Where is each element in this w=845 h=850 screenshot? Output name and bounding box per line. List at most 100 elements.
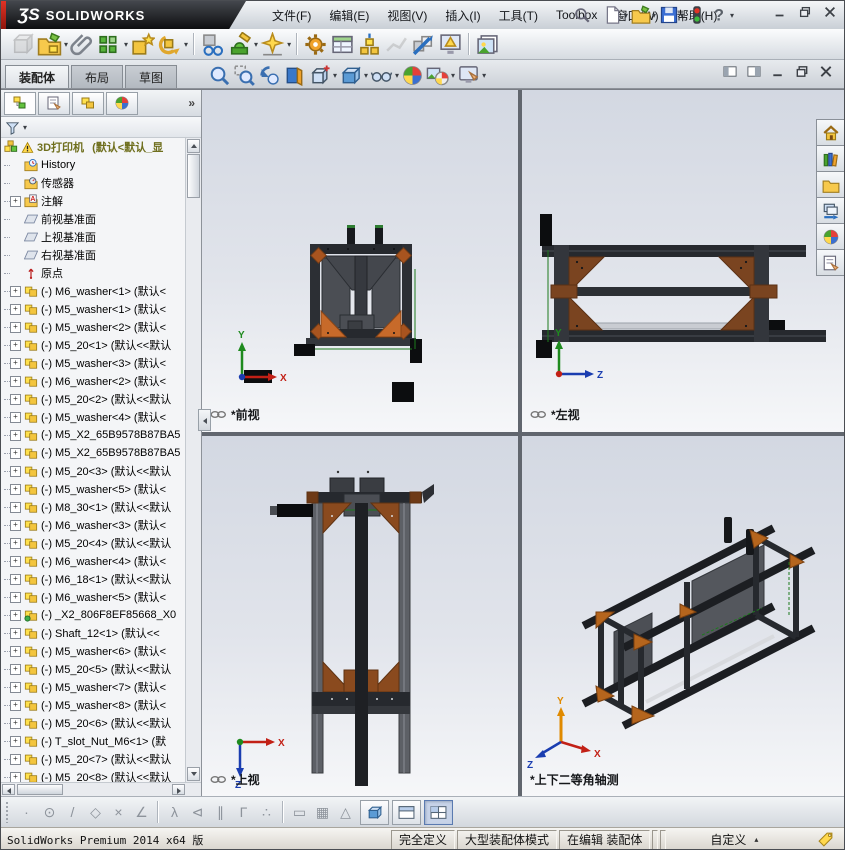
- tree-item[interactable]: + (-) M6_washer<2> (默认<: [1, 372, 186, 390]
- expander-icon[interactable]: +: [10, 375, 21, 387]
- expander-icon[interactable]: +: [10, 393, 21, 405]
- viewport-top[interactable]: X Z *上视: [202, 436, 518, 797]
- sketch-point-button[interactable]: ·: [15, 801, 38, 823]
- isometric-view-model[interactable]: Y X Z: [522, 436, 845, 797]
- solidworks-resources-button[interactable]: [816, 119, 844, 146]
- zoom-to-fit-button[interactable]: [207, 63, 232, 88]
- displaymanager-tab[interactable]: [106, 91, 138, 115]
- previous-view-button[interactable]: [257, 63, 282, 88]
- move-component-dropdown-arrow[interactable]: ▾: [184, 40, 188, 49]
- grid-settings-button[interactable]: ▦: [311, 801, 334, 823]
- expander-icon[interactable]: +: [10, 501, 21, 513]
- view-orientation-button[interactable]: [307, 63, 332, 88]
- tree-item[interactable]: 原点: [1, 264, 186, 282]
- smart-fasteners-button[interactable]: [129, 31, 156, 58]
- tree-item[interactable]: + (-) M5_20<5> (默认<<默认: [1, 660, 186, 678]
- file-explorer-button[interactable]: [816, 171, 844, 198]
- relation-parallel-button[interactable]: ∥: [209, 801, 232, 823]
- tree-item[interactable]: + (-) M5_X2_65B9578B87BA5: [1, 444, 186, 462]
- tree-item[interactable]: + (-) M6_washer<1> (默认<: [1, 282, 186, 300]
- top-view-model[interactable]: X Z: [202, 436, 518, 797]
- four-view-button[interactable]: [424, 799, 453, 825]
- tree-item[interactable]: History: [1, 156, 186, 174]
- expander-icon[interactable]: +: [10, 429, 21, 441]
- custom-properties-button[interactable]: [816, 249, 844, 276]
- tree-item[interactable]: 右视基准面: [1, 246, 186, 264]
- assembly-visualization-button[interactable]: [437, 31, 464, 58]
- view-settings-dropdown-arrow[interactable]: ▾: [482, 71, 486, 80]
- reference-geometry-dropdown-arrow[interactable]: ▾: [287, 40, 291, 49]
- relation-perpendicular-button[interactable]: Γ: [232, 801, 255, 823]
- expander-icon[interactable]: +: [10, 735, 21, 747]
- angle-snap-button[interactable]: △: [334, 801, 357, 823]
- tree-item[interactable]: + (-) M5_20<8> (默认<<默认: [1, 768, 186, 782]
- tree-item[interactable]: + (-) M5_washer<7> (默认<: [1, 678, 186, 696]
- two-view-button[interactable]: [392, 799, 421, 825]
- sketch-circle-button[interactable]: ⊙: [38, 801, 61, 823]
- vertical-scroll-thumb[interactable]: [187, 154, 200, 198]
- rebuild-indicator-button[interactable]: [687, 5, 707, 25]
- expander-icon[interactable]: +: [10, 465, 21, 477]
- menu-f[interactable]: 文件(F): [263, 3, 320, 28]
- scroll-down-button[interactable]: [187, 767, 200, 781]
- tab-装配体[interactable]: 装配体: [5, 65, 70, 88]
- viewport-front[interactable]: Y X *前视: [202, 90, 518, 432]
- tree-item[interactable]: + (-) M5_washer<8> (默认<: [1, 696, 186, 714]
- appearances-scenes-button[interactable]: [816, 223, 844, 250]
- scroll-left-button[interactable]: [2, 784, 15, 795]
- tree-item[interactable]: + (-) M8_30<1> (默认<<默认: [1, 498, 186, 516]
- expander-icon[interactable]: +: [10, 699, 21, 711]
- tree-item[interactable]: + (-) M5_20<3> (默认<<默认: [1, 462, 186, 480]
- design-library-button[interactable]: [816, 145, 844, 172]
- featuremanager-tab[interactable]: [4, 91, 36, 115]
- expander-icon[interactable]: +: [10, 627, 21, 639]
- assembly-features-dropdown-arrow[interactable]: ▾: [254, 40, 258, 49]
- sketch-line-button[interactable]: /: [61, 801, 84, 823]
- menu-i[interactable]: 插入(I): [436, 3, 489, 28]
- minimize-window-button[interactable]: [772, 5, 788, 19]
- filter-dropdown-arrow[interactable]: ▾: [23, 123, 27, 132]
- menu-t[interactable]: 工具(T): [490, 3, 547, 28]
- horizontal-scroll-thumb[interactable]: [17, 784, 63, 795]
- left-view-model[interactable]: Y Z: [522, 90, 845, 432]
- tree-item[interactable]: + (-) M5_washer<1> (默认<: [1, 300, 186, 318]
- apply-scene-dropdown-arrow[interactable]: ▾: [451, 71, 455, 80]
- apply-scene-button[interactable]: [425, 63, 450, 88]
- tree-item[interactable]: + (-) M6_washer<4> (默认<: [1, 552, 186, 570]
- assembly-features-button[interactable]: [226, 31, 253, 58]
- expander-icon[interactable]: +: [10, 483, 21, 495]
- dimension-button[interactable]: ▭: [288, 801, 311, 823]
- new-document-button[interactable]: [603, 5, 623, 25]
- section-view-button[interactable]: [282, 63, 307, 88]
- scroll-right-button[interactable]: [172, 784, 185, 795]
- front-view-model[interactable]: Y X: [202, 90, 518, 432]
- sketch-trim-button[interactable]: ×: [107, 801, 130, 823]
- tree-item[interactable]: + (-) M5_20<4> (默认<<默认: [1, 534, 186, 552]
- close-window-button[interactable]: [822, 5, 838, 19]
- expander-icon[interactable]: +: [10, 339, 21, 351]
- hide-show-items-button[interactable]: [369, 63, 394, 88]
- tree-item[interactable]: 传感器: [1, 174, 186, 192]
- mate-button[interactable]: [69, 31, 96, 58]
- open-document-dropdown-arrow[interactable]: ▾: [652, 11, 656, 20]
- expander-icon[interactable]: +: [10, 303, 21, 315]
- tree-item[interactable]: + (-) M5_X2_65B9578B87BA5: [1, 426, 186, 444]
- tree-item[interactable]: + (-) Shaft_12<1> (默认<<: [1, 624, 186, 642]
- tree-item[interactable]: + (-) M5_washer<2> (默认<: [1, 318, 186, 336]
- panel-overflow-chevron[interactable]: »: [188, 96, 195, 110]
- minimize-doc-button[interactable]: [770, 64, 786, 79]
- viewport-isometric[interactable]: Y X Z *上下二等角轴测: [522, 436, 845, 797]
- display-style-button[interactable]: [338, 63, 363, 88]
- expander-icon[interactable]: +: [10, 321, 21, 333]
- tree-item[interactable]: + (-) M5_20<7> (默认<<默认: [1, 750, 186, 768]
- tree-item[interactable]: + (-) M5_washer<6> (默认<: [1, 642, 186, 660]
- save-document-button[interactable]: [659, 5, 679, 25]
- tree-item[interactable]: + (-) T_slot_Nut_M6<1> (默: [1, 732, 186, 750]
- panel-collapse-arrow[interactable]: [198, 409, 211, 431]
- split-left-doc-button[interactable]: [722, 64, 738, 79]
- filter-icon[interactable]: [5, 120, 20, 135]
- reference-geometry-button[interactable]: [259, 31, 286, 58]
- sketch-angle-button[interactable]: ∠: [130, 801, 153, 823]
- expander-icon[interactable]: +: [10, 519, 21, 531]
- view-palette-button[interactable]: [816, 197, 844, 224]
